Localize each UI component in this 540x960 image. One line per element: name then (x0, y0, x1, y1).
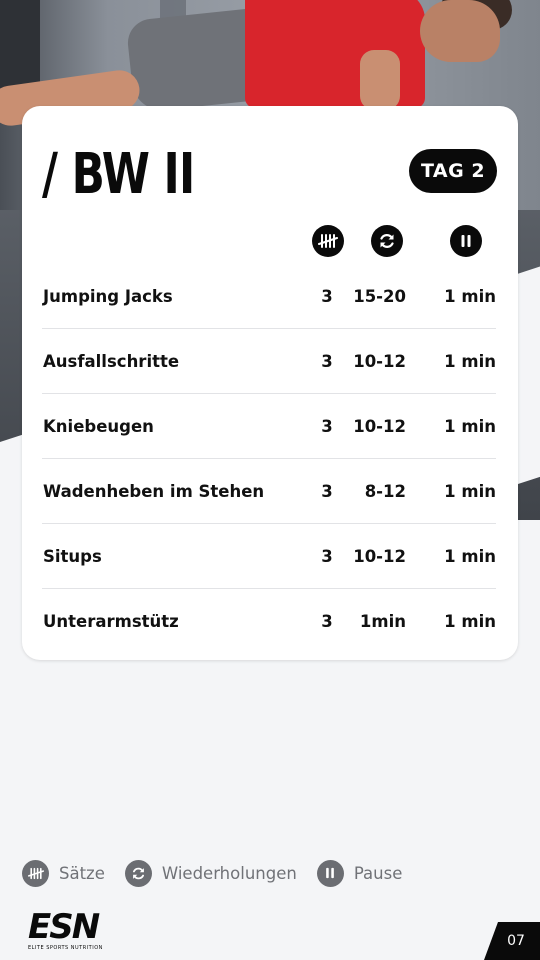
table-row: Jumping Jacks 3 15-20 1 min (42, 264, 496, 329)
exercise-sets: 3 (321, 547, 333, 566)
exercise-sets: 3 (321, 287, 333, 306)
legend: Sätze Wiederholungen Pause (22, 858, 402, 888)
exercise-name: Ausfallschritte (43, 352, 180, 371)
esn-logo: ESN ELITE SPORTS NUTRITION (28, 910, 118, 952)
pause-icon (316, 859, 344, 887)
table-row: Unterarmstütz 3 1min 1 min (42, 589, 496, 654)
exercise-reps: 10-12 (353, 547, 406, 566)
legend-pause-label: Pause (353, 863, 403, 883)
table-row: Kniebeugen 3 10-12 1 min (42, 394, 496, 459)
exercise-name: Kniebeugen (43, 417, 154, 436)
exercise-pause: 1 min (444, 417, 496, 436)
exercise-pause: 1 min (444, 482, 496, 501)
exercise-sets: 3 (321, 417, 333, 436)
exercise-name: Wadenheben im Stehen (43, 482, 265, 501)
tally-icon (312, 225, 344, 257)
page-number: 07 (484, 922, 540, 960)
day-badge: TAG 2 (409, 149, 497, 193)
exercise-reps: 10-12 (353, 352, 406, 371)
exercise-sets: 3 (321, 482, 333, 501)
exercise-pause: 1 min (444, 352, 496, 371)
exercise-reps: 10-12 (353, 417, 406, 436)
athlete-head (420, 0, 500, 62)
pause-icon (450, 225, 482, 257)
exercise-reps: 1min (359, 612, 406, 631)
exercise-table: Jumping Jacks 3 15-20 1 min Ausfallschri… (42, 264, 496, 654)
table-row: Situps 3 10-12 1 min (42, 524, 496, 589)
athlete-arm (360, 50, 400, 110)
workout-title: / BW II (42, 142, 195, 207)
exercise-reps: 15-20 (353, 287, 406, 306)
legend-sets-label: Sätze (59, 863, 105, 883)
logo-subtitle: ELITE SPORTS NUTRITION (28, 945, 103, 951)
table-row: Wadenheben im Stehen 3 8-12 1 min (42, 459, 496, 524)
exercise-pause: 1 min (444, 547, 496, 566)
exercise-sets: 3 (321, 352, 333, 371)
exercise-name: Situps (43, 547, 102, 566)
workout-card: / BW II TAG 2 Jumping Jacks 3 15-20 1 mi… (22, 106, 518, 660)
exercise-pause: 1 min (444, 612, 496, 631)
exercise-sets: 3 (321, 612, 333, 631)
tally-icon (22, 859, 49, 887)
exercise-name: Unterarmstütz (43, 612, 179, 631)
logo-mark: ESN (28, 907, 100, 947)
repeat-icon (124, 859, 152, 887)
table-row: Ausfallschritte 3 10-12 1 min (42, 329, 496, 394)
legend-reps-label: Wiederholungen (161, 863, 297, 883)
exercise-pause: 1 min (444, 287, 496, 306)
exercise-reps: 8-12 (364, 482, 406, 501)
exercise-name: Jumping Jacks (43, 287, 173, 306)
repeat-icon (371, 225, 403, 257)
